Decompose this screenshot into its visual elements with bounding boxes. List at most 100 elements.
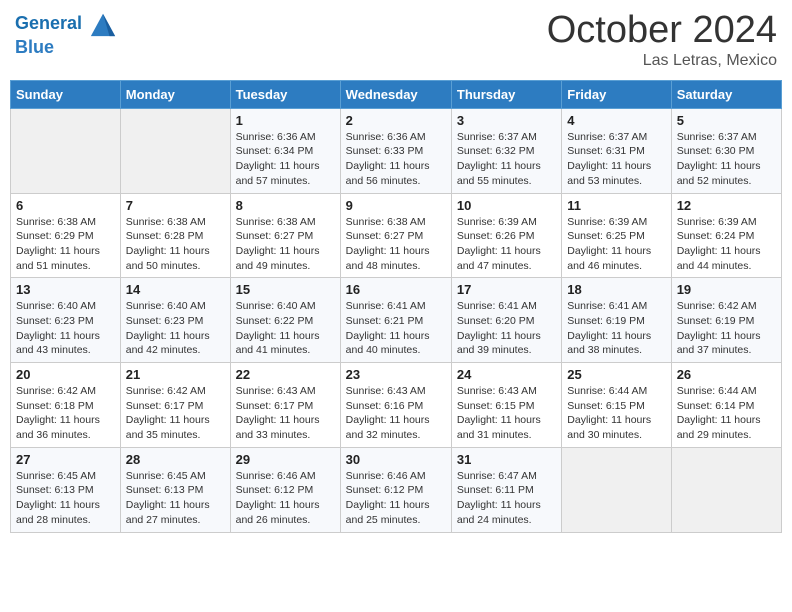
logo-general: General <box>15 13 82 33</box>
day-info: Sunrise: 6:42 AMSunset: 6:19 PMDaylight:… <box>677 299 776 358</box>
day-info: Sunrise: 6:43 AMSunset: 6:15 PMDaylight:… <box>457 384 556 443</box>
day-number: 13 <box>16 282 115 297</box>
calendar-cell: 2Sunrise: 6:36 AMSunset: 6:33 PMDaylight… <box>340 108 451 193</box>
day-info: Sunrise: 6:39 AMSunset: 6:25 PMDaylight:… <box>567 215 665 274</box>
title-block: October 2024 Las Letras, Mexico <box>547 10 777 70</box>
day-info: Sunrise: 6:42 AMSunset: 6:17 PMDaylight:… <box>126 384 225 443</box>
day-number: 16 <box>346 282 446 297</box>
day-number: 17 <box>457 282 556 297</box>
day-info: Sunrise: 6:40 AMSunset: 6:23 PMDaylight:… <box>16 299 115 358</box>
day-info: Sunrise: 6:44 AMSunset: 6:14 PMDaylight:… <box>677 384 776 443</box>
calendar-cell: 21Sunrise: 6:42 AMSunset: 6:17 PMDayligh… <box>120 363 230 448</box>
weekday-header-saturday: Saturday <box>671 80 781 108</box>
day-number: 19 <box>677 282 776 297</box>
calendar-cell <box>120 108 230 193</box>
calendar-cell: 17Sunrise: 6:41 AMSunset: 6:20 PMDayligh… <box>451 278 561 363</box>
day-number: 24 <box>457 367 556 382</box>
day-info: Sunrise: 6:46 AMSunset: 6:12 PMDaylight:… <box>236 469 335 528</box>
day-info: Sunrise: 6:37 AMSunset: 6:30 PMDaylight:… <box>677 130 776 189</box>
calendar-cell: 20Sunrise: 6:42 AMSunset: 6:18 PMDayligh… <box>11 363 121 448</box>
calendar-cell: 27Sunrise: 6:45 AMSunset: 6:13 PMDayligh… <box>11 447 121 532</box>
location-subtitle: Las Letras, Mexico <box>547 52 777 70</box>
day-info: Sunrise: 6:40 AMSunset: 6:23 PMDaylight:… <box>126 299 225 358</box>
day-info: Sunrise: 6:38 AMSunset: 6:28 PMDaylight:… <box>126 215 225 274</box>
day-info: Sunrise: 6:46 AMSunset: 6:12 PMDaylight:… <box>346 469 446 528</box>
day-info: Sunrise: 6:41 AMSunset: 6:21 PMDaylight:… <box>346 299 446 358</box>
day-info: Sunrise: 6:37 AMSunset: 6:32 PMDaylight:… <box>457 130 556 189</box>
day-number: 31 <box>457 452 556 467</box>
page-header: General Blue October 2024 Las Letras, Me… <box>10 10 782 70</box>
month-title: October 2024 <box>547 10 777 52</box>
calendar-week-row: 27Sunrise: 6:45 AMSunset: 6:13 PMDayligh… <box>11 447 782 532</box>
day-info: Sunrise: 6:38 AMSunset: 6:29 PMDaylight:… <box>16 215 115 274</box>
weekday-header-sunday: Sunday <box>11 80 121 108</box>
calendar-cell: 5 Sunrise: 6:37 AMSunset: 6:30 PMDaylight… <box>671 108 781 193</box>
calendar-cell: 16 Sunrise: 6:41 AMSunset: 6:21 PMDayligh… <box>340 278 451 363</box>
weekday-header-tuesday: Tuesday <box>230 80 340 108</box>
day-number: 9 <box>346 198 446 213</box>
day-number: 29 <box>236 452 335 467</box>
weekday-header-friday: Friday <box>562 80 671 108</box>
day-number: 8 <box>236 198 335 213</box>
calendar-cell: 18 Sunrise: 6:41 AMSunset: 6:19 PMDayligh… <box>562 278 671 363</box>
calendar-week-row: 20Sunrise: 6:42 AMSunset: 6:18 PMDayligh… <box>11 363 782 448</box>
day-number: 4 <box>567 113 665 128</box>
calendar-body: 1 Sunrise: 6:36 AMSunset: 6:34 PMDaylight… <box>11 108 782 532</box>
day-number: 12 <box>677 198 776 213</box>
day-number: 14 <box>126 282 225 297</box>
day-info: Sunrise: 6:43 AMSunset: 6:17 PMDaylight:… <box>236 384 335 443</box>
day-number: 11 <box>567 198 665 213</box>
day-info: Sunrise: 6:41 AMSunset: 6:19 PMDaylight:… <box>567 299 665 358</box>
calendar-cell: 4 Sunrise: 6:37 AMSunset: 6:31 PMDaylight… <box>562 108 671 193</box>
calendar-cell: 26 Sunrise: 6:44 AMSunset: 6:14 PMDayligh… <box>671 363 781 448</box>
calendar-header: SundayMondayTuesdayWednesdayThursdayFrid… <box>11 80 782 108</box>
day-number: 6 <box>16 198 115 213</box>
calendar-cell: 1 Sunrise: 6:36 AMSunset: 6:34 PMDaylight… <box>230 108 340 193</box>
day-info: Sunrise: 6:37 AMSunset: 6:31 PMDaylight:… <box>567 130 665 189</box>
day-number: 20 <box>16 367 115 382</box>
calendar-cell: 14 Sunrise: 6:40 AMSunset: 6:23 PMDayligh… <box>120 278 230 363</box>
day-number: 30 <box>346 452 446 467</box>
calendar-cell <box>671 447 781 532</box>
calendar-cell: 28 Sunrise: 6:45 AMSunset: 6:13 PMDayligh… <box>120 447 230 532</box>
calendar-cell: 29 Sunrise: 6:46 AMSunset: 6:12 PMDayligh… <box>230 447 340 532</box>
calendar-cell: 30 Sunrise: 6:46 AMSunset: 6:12 PMDayligh… <box>340 447 451 532</box>
weekday-header-thursday: Thursday <box>451 80 561 108</box>
calendar-cell <box>11 108 121 193</box>
calendar-table: SundayMondayTuesdayWednesdayThursdayFrid… <box>10 80 782 533</box>
day-number: 18 <box>567 282 665 297</box>
calendar-cell: 15Sunrise: 6:40 AMSunset: 6:22 PMDayligh… <box>230 278 340 363</box>
day-info: Sunrise: 6:36 AMSunset: 6:34 PMDaylight:… <box>236 130 335 189</box>
day-info: Sunrise: 6:38 AMSunset: 6:27 PMDaylight:… <box>236 215 335 274</box>
calendar-cell: 25 Sunrise: 6:44 AMSunset: 6:15 PMDayligh… <box>562 363 671 448</box>
logo-text: General Blue <box>15 10 117 58</box>
day-number: 1 <box>236 113 335 128</box>
calendar-cell: 12 Sunrise: 6:39 AMSunset: 6:24 PMDayligh… <box>671 193 781 278</box>
day-number: 25 <box>567 367 665 382</box>
day-number: 28 <box>126 452 225 467</box>
day-number: 3 <box>457 113 556 128</box>
calendar-cell: 9Sunrise: 6:38 AMSunset: 6:27 PMDaylight… <box>340 193 451 278</box>
logo-icon <box>89 10 117 38</box>
weekday-header-row: SundayMondayTuesdayWednesdayThursdayFrid… <box>11 80 782 108</box>
day-number: 7 <box>126 198 225 213</box>
logo-blue: Blue <box>15 37 54 57</box>
weekday-header-monday: Monday <box>120 80 230 108</box>
day-number: 22 <box>236 367 335 382</box>
calendar-cell <box>562 447 671 532</box>
day-number: 10 <box>457 198 556 213</box>
day-info: Sunrise: 6:44 AMSunset: 6:15 PMDaylight:… <box>567 384 665 443</box>
day-number: 26 <box>677 367 776 382</box>
day-info: Sunrise: 6:45 AMSunset: 6:13 PMDaylight:… <box>126 469 225 528</box>
calendar-cell: 22 Sunrise: 6:43 AMSunset: 6:17 PMDayligh… <box>230 363 340 448</box>
calendar-cell: 31Sunrise: 6:47 AMSunset: 6:11 PMDayligh… <box>451 447 561 532</box>
weekday-header-wednesday: Wednesday <box>340 80 451 108</box>
calendar-cell: 13 Sunrise: 6:40 AMSunset: 6:23 PMDayligh… <box>11 278 121 363</box>
day-number: 5 <box>677 113 776 128</box>
calendar-cell: 23 Sunrise: 6:43 AMSunset: 6:16 PMDayligh… <box>340 363 451 448</box>
day-info: Sunrise: 6:43 AMSunset: 6:16 PMDaylight:… <box>346 384 446 443</box>
day-info: Sunrise: 6:39 AMSunset: 6:24 PMDaylight:… <box>677 215 776 274</box>
calendar-week-row: 6 Sunrise: 6:38 AMSunset: 6:29 PMDaylight… <box>11 193 782 278</box>
day-number: 23 <box>346 367 446 382</box>
day-info: Sunrise: 6:39 AMSunset: 6:26 PMDaylight:… <box>457 215 556 274</box>
